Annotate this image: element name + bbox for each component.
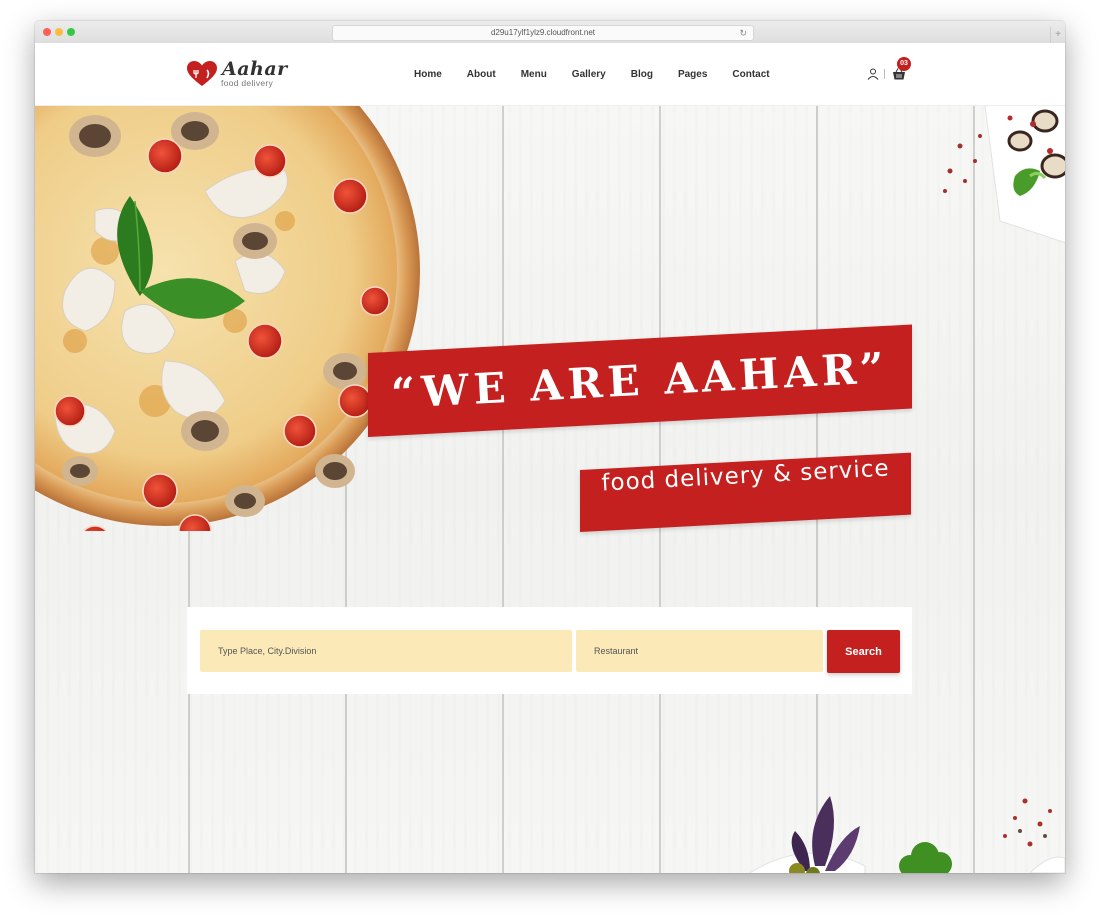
nav-item-menu[interactable]: Menu [521,69,547,80]
peppercorns-image [1003,798,1065,873]
search-panel: Search [187,607,912,694]
hero-section: “WE ARE AAHAR” food delivery & service S… [35,106,1065,873]
site-header: Aahar food delivery Home About Menu Gall… [35,43,1065,106]
herbs-dish-image [748,796,952,873]
header-divider [884,69,885,79]
restaurant-search-input[interactable] [576,630,823,672]
minimize-window-button[interactable] [55,28,63,36]
address-bar-url: d29u17ylf1ylz9.cloudfront.net [490,28,596,37]
close-window-button[interactable] [43,28,51,36]
logo-tagline: food delivery [221,78,274,88]
search-button[interactable]: Search [827,630,900,673]
browser-window: d29u17ylf1ylz9.cloudfront.net ↻ + Aahar … [35,21,1065,873]
heart-logo-icon [187,61,217,86]
nav-item-gallery[interactable]: Gallery [572,69,606,80]
nav-item-pages[interactable]: Pages [678,69,707,80]
browser-chrome: d29u17ylf1ylz9.cloudfront.net ↻ + [35,21,1065,44]
maximize-window-button[interactable] [67,28,75,36]
address-bar[interactable]: d29u17ylf1ylz9.cloudfront.net ↻ [332,25,754,41]
logo-title: Aahar [222,58,288,80]
user-icon[interactable] [867,68,879,80]
nav-item-home[interactable]: Home [414,69,442,80]
reload-icon[interactable]: ↻ [739,26,747,40]
nav-item-about[interactable]: About [467,69,496,80]
main-nav: Home About Menu Gallery Blog Pages Conta… [414,43,770,105]
nav-item-blog[interactable]: Blog [631,69,653,80]
nav-item-contact[interactable]: Contact [732,69,769,80]
cart-count-badge: 03 [897,57,911,71]
new-tab-button[interactable]: + [1050,27,1065,43]
pizza-image [35,106,420,531]
appetizer-plate-image [943,106,1065,244]
place-search-input[interactable] [200,630,572,672]
